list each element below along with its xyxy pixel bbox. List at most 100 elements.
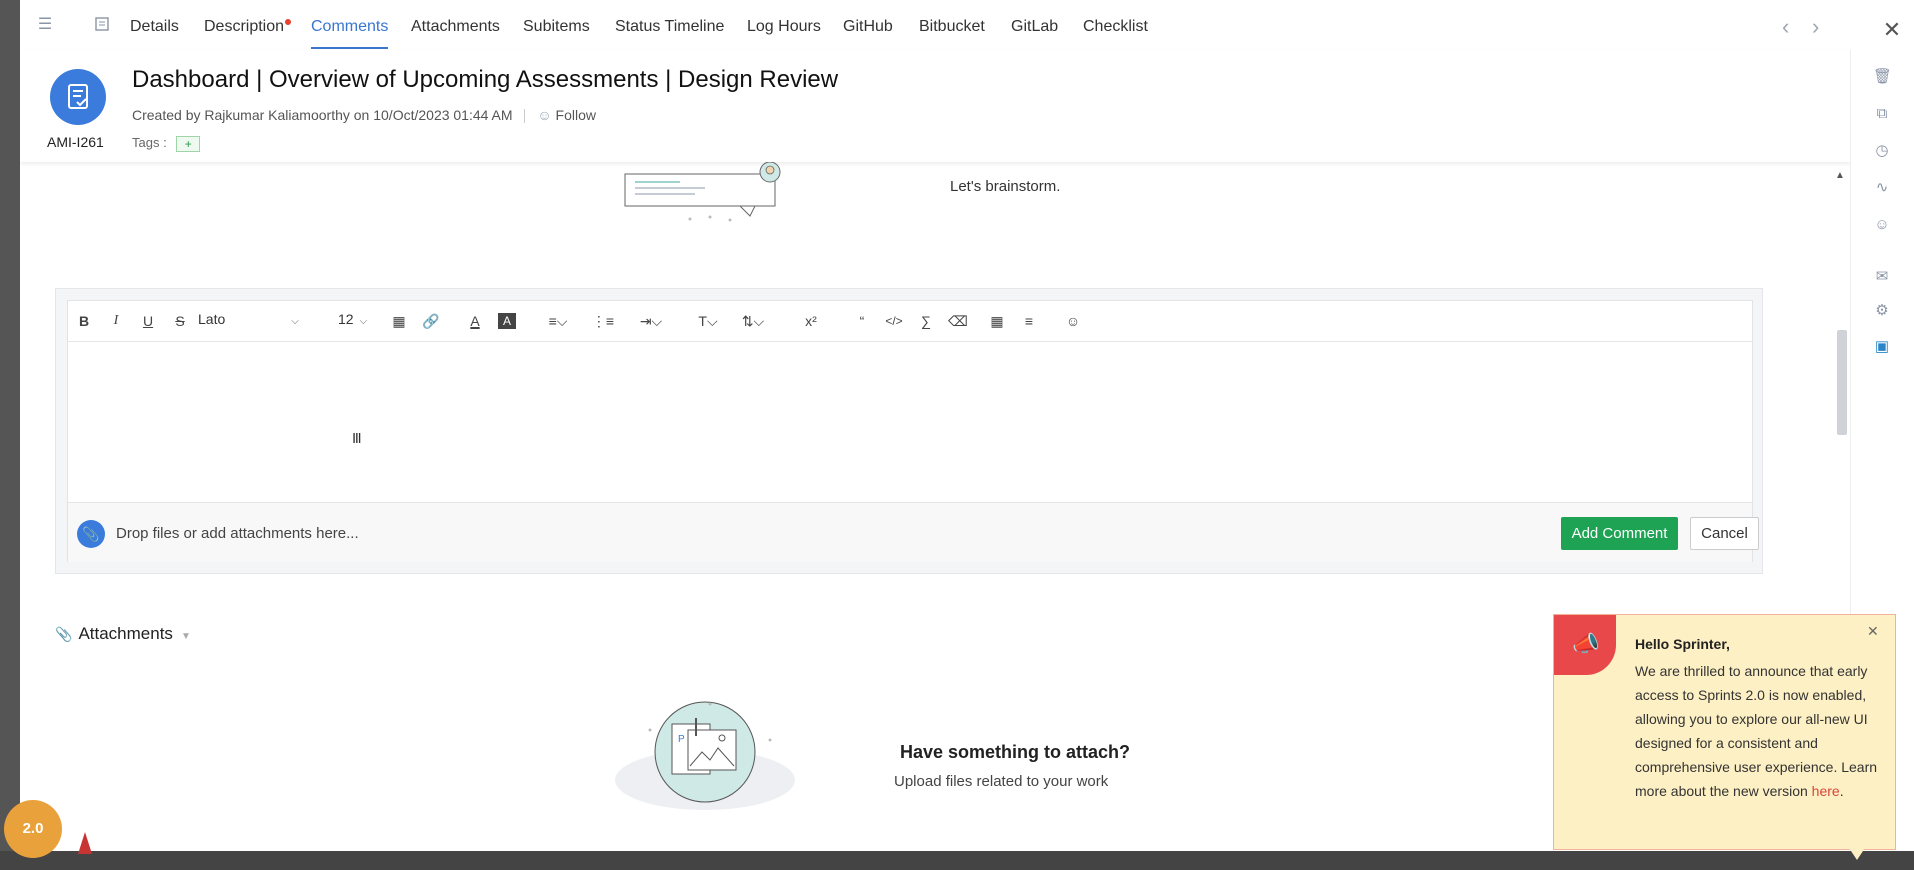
tab-attachments[interactable]: Attachments [411, 18, 500, 36]
chevron-down-icon: ⌵ [291, 316, 299, 327]
chevron-down-icon: ⌵ [359, 316, 368, 327]
creator-name[interactable]: Rajkumar Kaliamoorthy [204, 107, 350, 123]
cancel-button[interactable]: Cancel [1690, 517, 1759, 550]
indent-icon[interactable]: ⇥⌵ [636, 311, 666, 331]
sprints-version-badge[interactable]: 2.0 [4, 800, 62, 858]
font-family-value: Lato [198, 311, 226, 327]
reminder-icon[interactable]: ◷ [1873, 142, 1891, 160]
emoji-icon[interactable]: ☺ [1064, 311, 1082, 331]
underline-icon[interactable]: U [140, 311, 156, 331]
chat-illustration [624, 162, 781, 222]
presentation-icon[interactable]: ▣ [1873, 338, 1891, 356]
item-type-icon[interactable] [92, 16, 112, 34]
paperclip-icon[interactable]: 📎 [77, 520, 105, 548]
attachments-empty-subtitle: Upload files related to your work [894, 773, 1109, 790]
drop-files-text[interactable]: Drop files or add attachments here... [116, 525, 359, 542]
document-icon [68, 84, 88, 109]
tab-subitems[interactable]: Subitems [523, 18, 590, 36]
megaphone-icon: 📣 [1572, 631, 1600, 656]
tags-row: Tags : + [132, 135, 201, 152]
tab-github[interactable]: GitHub [843, 18, 893, 36]
comment-input[interactable]: Ⅲ [68, 342, 1752, 502]
paperclip-icon: 📎 [55, 626, 73, 642]
add-comment-button[interactable]: Add Comment [1561, 517, 1678, 550]
toast-body: We are thrilled to announce that early a… [1635, 659, 1880, 803]
tab-gitlab[interactable]: GitLab [1011, 18, 1058, 36]
align-icon[interactable]: ≡⌵ [543, 311, 573, 331]
item-header: AMI-I261 Dashboard | Overview of Upcomin… [20, 50, 1850, 162]
scrollbar-thumb[interactable] [1837, 330, 1847, 435]
delete-icon[interactable]: 🗑 [1873, 68, 1892, 86]
tab-bar: ☰ Details Description Comments Attachmen… [20, 0, 1914, 51]
on-label: on [353, 107, 370, 123]
editor-toolbar: B I U S Lato ⌵ 12 ⌵ ▦ 🔗 A A ≡⌵ ⋮≡ ⇥⌵ T⌵ ⇅⌵… [68, 301, 1752, 342]
copy-icon[interactable]: ⧉ [1873, 105, 1891, 123]
backdrop-bottom [0, 851, 1914, 870]
page-title: Dashboard | Overview of Upcoming Assessm… [132, 66, 839, 93]
created-by-label: Created by [132, 107, 201, 123]
tab-status-timeline[interactable]: Status Timeline [615, 18, 724, 36]
toast-message: We are thrilled to announce that early a… [1635, 663, 1878, 799]
image-icon[interactable]: ▦ [390, 311, 408, 331]
scroll-up-icon[interactable]: ▲ [1835, 170, 1845, 181]
toast-period: . [1839, 783, 1844, 799]
font-family-select[interactable]: Lato ⌵ [198, 311, 299, 327]
tab-comments[interactable]: Comments [311, 18, 389, 49]
divider [524, 109, 526, 124]
announcement-toast: 📣 ✕ Hello Sprinter, We are thrilled to a… [1553, 614, 1896, 850]
comments-icon[interactable]: ✉ [1873, 268, 1891, 286]
close-icon[interactable]: ✕ [1870, 10, 1914, 50]
highlight-color-icon[interactable]: A [498, 313, 516, 329]
toast-tail [1849, 848, 1865, 860]
follow-button[interactable]: Follow [556, 107, 596, 123]
italic-icon[interactable]: I [108, 311, 124, 331]
users-icon[interactable]: ☺ [1873, 216, 1891, 234]
tab-bitbucket[interactable]: Bitbucket [919, 18, 985, 36]
attachments-heading[interactable]: 📎 Attachments ▼ [55, 624, 191, 644]
tab-details[interactable]: Details [130, 18, 179, 36]
superscript-icon[interactable]: x² [796, 311, 826, 331]
table-icon[interactable]: ▦ [988, 311, 1006, 331]
close-icon[interactable]: ✕ [1867, 623, 1879, 640]
created-meta: Created by Rajkumar Kaliamoorthy on 10/O… [132, 107, 596, 124]
link-icon[interactable]: 🔗 [422, 311, 440, 331]
follow-icon[interactable]: ☺ [537, 107, 551, 123]
attachment-illustration: P [615, 701, 795, 810]
next-icon[interactable]: › [1812, 14, 1819, 40]
font-size-value: 12 [338, 311, 354, 327]
attachments-heading-label: Attachments [78, 624, 173, 643]
text-format-icon[interactable]: T⌵ [693, 311, 723, 331]
item-id: AMI-I261 [47, 134, 104, 150]
previous-icon[interactable]: ‹ [1782, 14, 1789, 40]
more-format-icon[interactable]: ≡ [1020, 311, 1038, 331]
quote-icon[interactable]: “ [853, 311, 871, 331]
attachments-empty-title: Have something to attach? [900, 742, 1131, 762]
chevron-down-icon: ▼ [180, 631, 191, 642]
item-avatar [50, 69, 106, 125]
announcement-badge: 📣 [1554, 615, 1616, 675]
toast-title: Hello Sprinter, [1635, 636, 1730, 652]
tab-checklist[interactable]: Checklist [1083, 18, 1148, 36]
menu-icon[interactable]: ☰ [35, 16, 55, 34]
font-size-select[interactable]: 12 ⌵ [338, 311, 367, 327]
add-tag-button[interactable]: + [176, 135, 201, 152]
comment-editor-wrap: B I U S Lato ⌵ 12 ⌵ ▦ 🔗 A A ≡⌵ ⋮≡ ⇥⌵ T⌵ ⇅⌵… [55, 288, 1763, 574]
tags-label: Tags : [132, 135, 167, 150]
comment-editor: B I U S Lato ⌵ 12 ⌵ ▦ 🔗 A A ≡⌵ ⋮≡ ⇥⌵ T⌵ ⇅⌵… [67, 300, 1759, 562]
text-cursor-icon: Ⅲ [352, 430, 362, 446]
code-icon[interactable]: </> [885, 311, 903, 331]
strikethrough-icon[interactable]: S [172, 311, 188, 331]
line-height-icon[interactable]: ⇅⌵ [738, 311, 768, 331]
tab-log-hours[interactable]: Log Hours [747, 18, 821, 36]
tab-description[interactable]: Description [204, 18, 284, 36]
flag-icon [78, 832, 92, 854]
integration-icon[interactable]: ⚙ [1873, 302, 1891, 320]
learn-more-link[interactable]: here [1812, 783, 1840, 799]
activity-icon[interactable]: ∿ [1873, 179, 1891, 197]
clear-format-icon[interactable]: ∑ [917, 311, 935, 331]
eraser-icon[interactable]: ⌫ [948, 311, 968, 331]
text-color-icon[interactable]: A [466, 311, 484, 331]
empty-comments-text: Let's brainstorm. [950, 178, 1061, 195]
bold-icon[interactable]: B [76, 311, 92, 331]
list-icon[interactable]: ⋮≡ [588, 311, 618, 331]
